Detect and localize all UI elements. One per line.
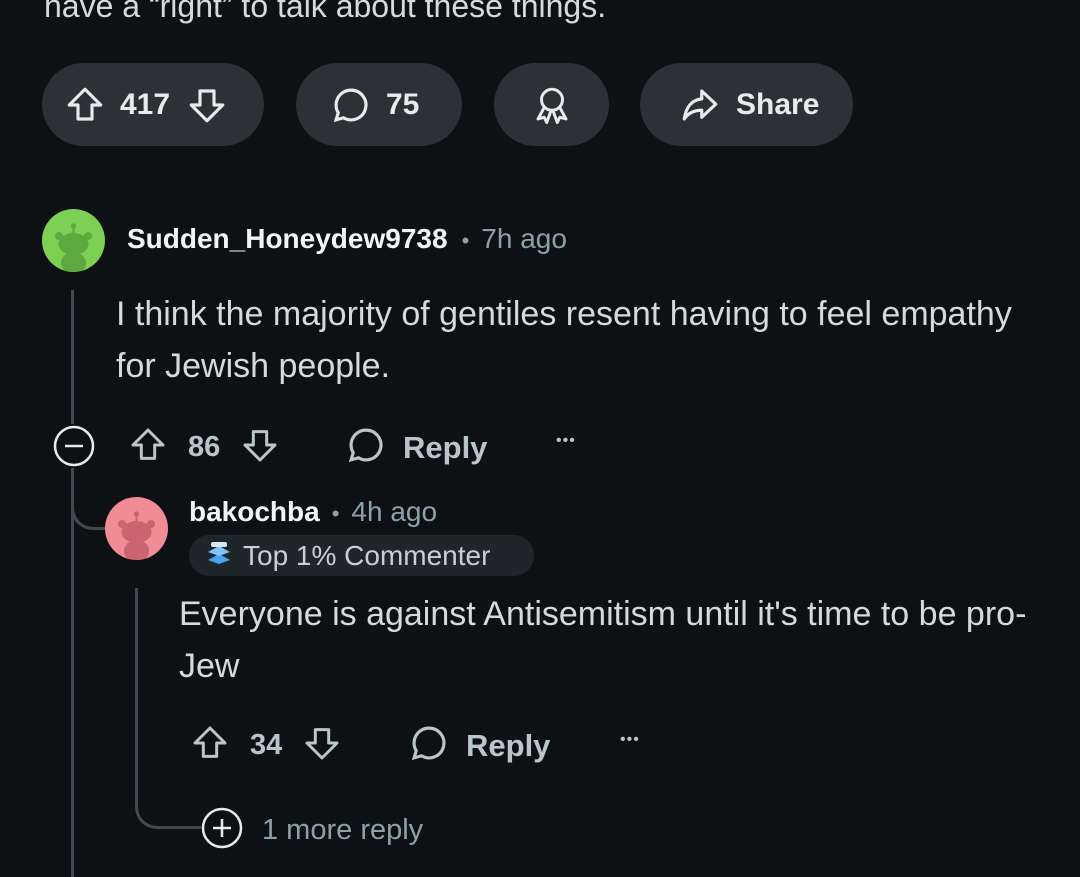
- thread-connector: [71, 492, 107, 530]
- meta-separator: •: [331, 501, 340, 526]
- comment-count: 75: [386, 87, 420, 121]
- meta-separator: •: [461, 228, 470, 253]
- downvote-icon[interactable]: [186, 84, 228, 126]
- award-button[interactable]: [494, 63, 609, 146]
- comment-score: 34: [250, 729, 283, 761]
- top-commenter-icon: [205, 538, 233, 573]
- commenter-badge: Top 1% Commenter: [189, 535, 534, 576]
- badge-label: Top 1% Commenter: [243, 539, 491, 571]
- reply-label: Reply: [403, 429, 488, 465]
- more-replies-label: 1 more reply: [262, 814, 424, 846]
- more-options-icon[interactable]: •••: [556, 432, 576, 450]
- comment-score: 86: [188, 431, 221, 463]
- expand-icon: [200, 806, 244, 855]
- reply-button[interactable]: Reply: [408, 722, 550, 769]
- downvote-icon[interactable]: [240, 424, 280, 471]
- more-options-icon[interactable]: •••: [620, 731, 640, 749]
- reply-icon: [408, 722, 450, 769]
- reply-icon: [345, 424, 387, 471]
- thread-connector: [135, 790, 201, 829]
- comments-button[interactable]: 75: [296, 63, 462, 146]
- share-label: Share: [736, 87, 820, 121]
- timestamp: 7h ago: [481, 223, 567, 254]
- comment-body: Everyone is against Antisemitism until i…: [179, 595, 1027, 685]
- upvote-icon[interactable]: [128, 424, 168, 471]
- post-body-tail: have a “right” to talk about these thing…: [44, 0, 607, 24]
- more-replies-button[interactable]: 1 more reply: [200, 806, 423, 855]
- share-icon: [678, 84, 722, 126]
- thread-line[interactable]: [135, 588, 138, 800]
- thread-line[interactable]: [71, 290, 74, 877]
- avatar[interactable]: [42, 209, 105, 272]
- comment-vote-bar: 86: [128, 424, 280, 471]
- username[interactable]: bakochba: [189, 496, 320, 528]
- downvote-icon[interactable]: [302, 722, 342, 769]
- comment-icon: [330, 84, 372, 126]
- reply-button[interactable]: Reply: [345, 424, 487, 471]
- username[interactable]: Sudden_Honeydew9738: [127, 223, 448, 255]
- avatar[interactable]: [105, 497, 168, 560]
- post-vote-count: 417: [120, 87, 171, 121]
- comment-vote-bar: 34: [190, 722, 342, 769]
- share-button[interactable]: Share: [640, 63, 853, 146]
- timestamp: 4h ago: [351, 496, 438, 527]
- snoo-avatar-icon: [118, 511, 155, 560]
- reply-label: Reply: [466, 727, 551, 763]
- comment-body: I think the majority of gentiles resent …: [116, 295, 1012, 385]
- comment-meta: Sudden_Honeydew9738 • 7h ago: [127, 223, 567, 255]
- comment-meta: bakochba • 4h ago: [189, 496, 437, 528]
- snoo-avatar-icon: [55, 223, 92, 272]
- award-icon: [531, 84, 573, 126]
- collapse-icon[interactable]: [52, 424, 96, 468]
- post-vote-bar: 417: [42, 63, 264, 146]
- upvote-icon[interactable]: [190, 722, 230, 769]
- upvote-icon[interactable]: [64, 84, 106, 126]
